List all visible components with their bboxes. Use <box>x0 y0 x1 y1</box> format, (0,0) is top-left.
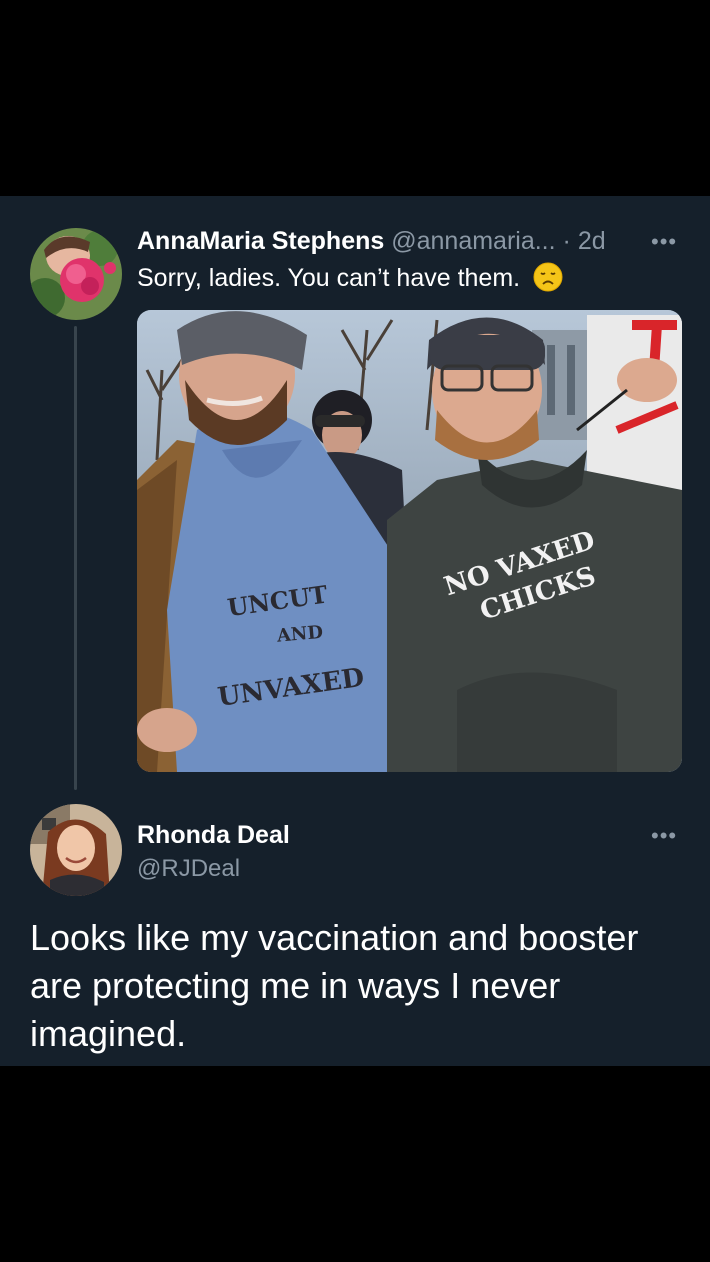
thread-connector-line <box>74 326 77 790</box>
shirt-left-line-2: AND <box>275 622 324 647</box>
reply-text-line: Looks like my vaccination and booster <box>30 917 639 958</box>
reply-text-line: imagined. <box>30 1013 187 1054</box>
tweet-photo[interactable]: UNCUT AND UNVAXED NO VAXED CHICKS <box>137 310 682 772</box>
reply-author-name[interactable]: Rhonda Deal <box>137 820 290 850</box>
tweet-header: AnnaMaria Stephens @annamaria... · 2d <box>137 226 606 256</box>
reply-text: Looks like my vaccination and booster ar… <box>30 914 690 1058</box>
reply-text-line: are protecting me in ways I never <box>30 965 561 1006</box>
tweet-text-body: Sorry, ladies. You can’t have them. <box>137 264 521 292</box>
tweet-author-handle[interactable]: @annamaria... <box>391 227 555 255</box>
disappointed-face-icon <box>533 262 563 299</box>
tweet-more-icon[interactable]: ••• <box>651 231 677 253</box>
tweet-text: Sorry, ladies. You can’t have them. <box>137 262 563 299</box>
reply-author-handle[interactable]: @RJDeal <box>137 854 240 884</box>
tweet-author-name[interactable]: AnnaMaria Stephens <box>137 227 384 255</box>
annamaria-avatar[interactable] <box>30 228 122 320</box>
reply-more-icon[interactable]: ••• <box>651 825 677 847</box>
rhonda-avatar[interactable] <box>30 804 122 896</box>
tweet-separator: · <box>562 227 571 255</box>
tweet-timestamp[interactable]: 2d <box>578 227 606 255</box>
